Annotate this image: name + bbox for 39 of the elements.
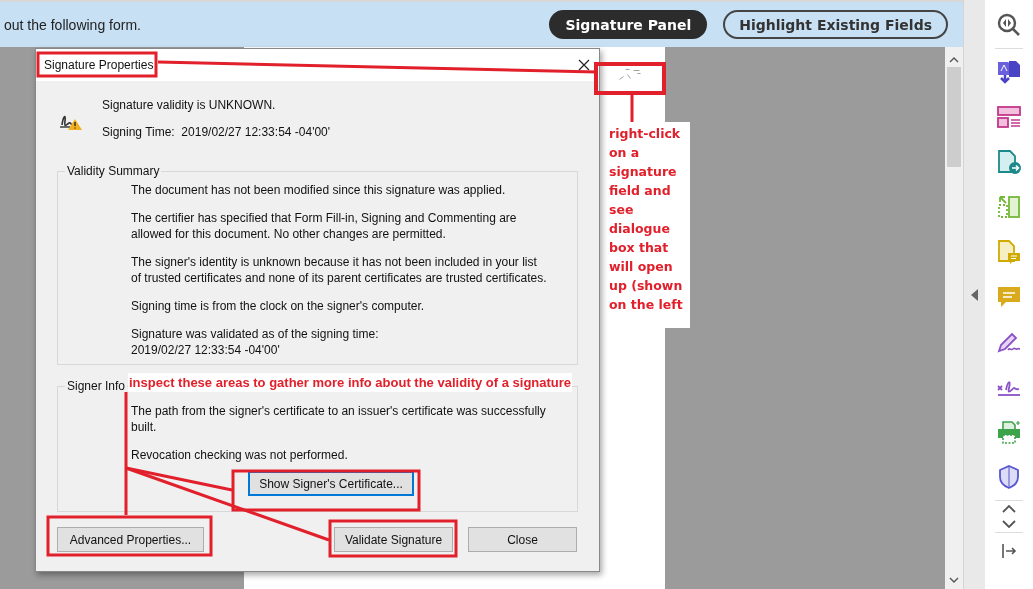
export-pdf-icon[interactable]	[996, 59, 1022, 85]
summary-text: The certifier has specified that Form Fill-in, Signing and Commenting are allowed for this document. No other changes are permitted.	[131, 210, 518, 242]
toolbar-button[interactable]: Signature Panel	[549, 10, 708, 39]
printer-icon[interactable]	[996, 419, 1022, 445]
summary-text: The signer's identity is unknown because it has not been included in your list of trusted certificates and none of its parent certificates are trusted certificates.	[131, 254, 548, 286]
summary-text: Signature was validated as of the signing time: 2019/02/27 12:33:54 -04'00'	[131, 326, 380, 358]
group-label: Validity Summary	[66, 164, 161, 178]
toolbar-button[interactable]: Highlight Existing Fields	[723, 10, 948, 39]
collapse-arrow-icon[interactable]	[970, 288, 979, 301]
signature-scribble-icon	[619, 69, 641, 80]
close-icon[interactable]	[578, 59, 590, 71]
dialog-button[interactable]: Validate Signature	[334, 527, 453, 552]
dialog-title: Signature Properties	[44, 58, 154, 72]
status-text: Signature validity is UNKNOWN.	[102, 97, 277, 113]
summary-text: Signing time is from the clock on the signer's computer.	[131, 298, 426, 314]
signer-text: Revocation checking was not performed.	[131, 447, 349, 463]
scroll-thumb[interactable]	[947, 67, 961, 167]
show-certificate-button[interactable]: Show Signer's Certificate...	[248, 471, 414, 496]
shield-icon[interactable]	[996, 464, 1022, 490]
dialog-button[interactable]: Close	[468, 527, 577, 552]
annotation-note: inspect these areas to gather more info about the validity of a signature	[128, 373, 573, 392]
summary-text: The document has not been modified since this signature was applied.	[131, 182, 507, 198]
group-label: Signer Info	[66, 379, 127, 393]
instruction-text: out the following form.	[4, 16, 141, 33]
signer-text: The path from the signer's certificate to an issuer's certificate was successfully built.	[131, 403, 547, 435]
scrollbar[interactable]	[945, 47, 963, 589]
exit-arrow-icon[interactable]	[1001, 543, 1017, 559]
annotation-box	[594, 62, 666, 95]
dialog-button[interactable]: Advanced Properties...	[57, 527, 204, 552]
scroll-down-icon[interactable]	[949, 577, 959, 583]
scroll-up-icon[interactable]	[949, 57, 959, 63]
layout-icon[interactable]	[996, 104, 1022, 130]
document-arrow-icon[interactable]	[996, 149, 1022, 175]
chevron-up-icon[interactable]	[1002, 505, 1016, 513]
annotation-line	[630, 95, 634, 122]
chevron-down-icon[interactable]	[1002, 520, 1016, 528]
zoom-icon[interactable]	[996, 12, 1022, 38]
status-text: Signing Time: 2019/02/27 12:33:54 -04'00'	[102, 124, 331, 140]
annotation-note: right-click on a signature field and see dialogue box that will open up (shown on the left	[608, 122, 690, 328]
